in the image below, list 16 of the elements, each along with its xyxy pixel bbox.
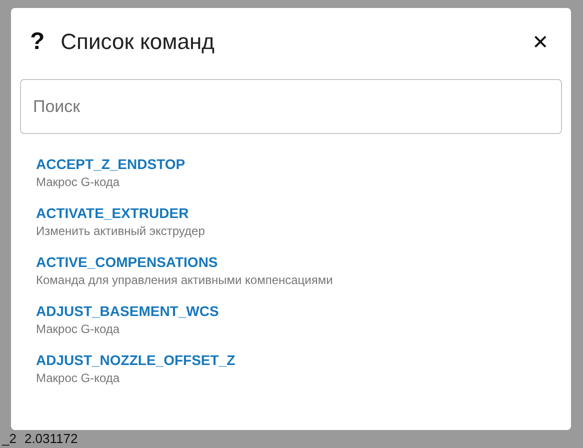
command-description: Макрос G-кода [36,371,121,385]
command-name[interactable]: ACTIVATE_EXTRUDER [36,205,555,221]
command-description: Макрос G-кода [36,322,121,336]
dialog-title: Список команд [60,29,216,55]
command-description: Макрос G-кода [36,175,121,189]
command-description: Изменить активный экструдер [36,224,206,238]
search-field[interactable]: Поиск [20,79,562,134]
help-icon: ? [30,28,45,56]
background-text: 2.031172 [24,431,78,446]
command-name[interactable]: ACCEPT_Z_ENDSTOP [36,156,555,172]
close-button[interactable]: ✕ [528,28,553,56]
background-text: _2 [2,431,16,446]
command-name[interactable]: ADJUST_NOZZLE_OFFSET_Z [36,352,555,368]
command-name[interactable]: ACTIVE_COMPENSATIONS [36,254,555,270]
command-description: Команда для управления активными компенсациями [36,273,334,287]
command-name[interactable]: ADJUST_BASEMENT_WCS [36,303,555,319]
